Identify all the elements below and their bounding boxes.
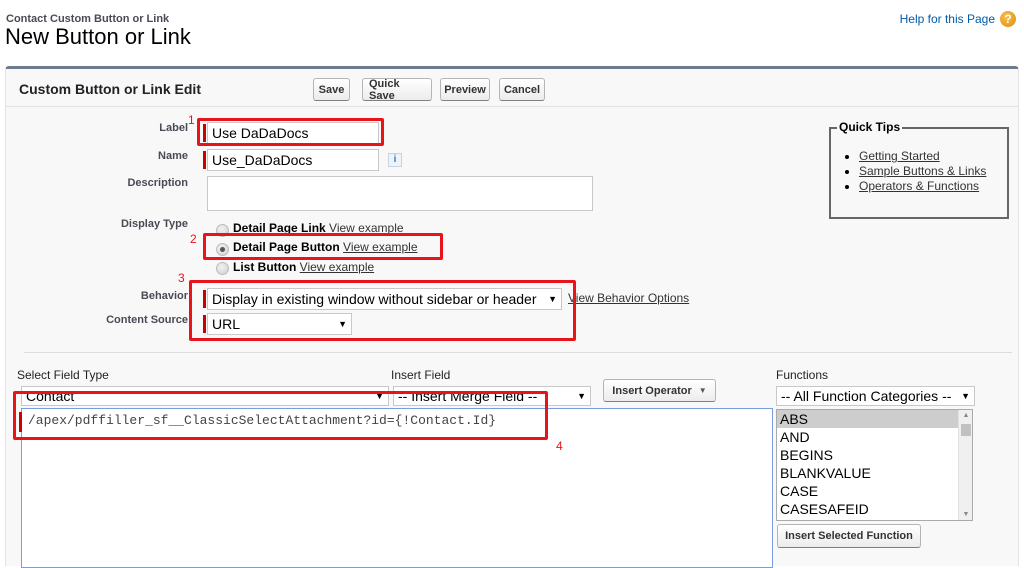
page-title: New Button or Link: [5, 24, 191, 49]
quick-tips-title: Quick Tips: [837, 120, 903, 134]
help-link[interactable]: Help for this Page ?: [900, 11, 1016, 27]
insert-operator-button[interactable]: Insert Operator ▼: [603, 379, 716, 402]
label-field-label: Label: [159, 122, 188, 134]
operators-functions-link[interactable]: Operators & Functions: [859, 179, 979, 193]
option-label: List Button: [233, 260, 297, 274]
insert-operator-label: Insert Operator: [612, 384, 692, 397]
select-field-type-label: Select Field Type: [17, 368, 109, 382]
scrollbar-thumb[interactable]: [961, 424, 971, 436]
quick-tips-list: Getting Started Sample Buttons & Links O…: [831, 149, 986, 194]
quick-tip-item: Sample Buttons & Links: [859, 164, 986, 179]
annotation-2: 2: [190, 232, 197, 246]
edit-panel: Custom Button or Link Edit Save Quick Sa…: [5, 66, 1019, 568]
function-category-select[interactable]: -- All Function Categories -- ▼: [776, 386, 975, 406]
quick-tip-item: Getting Started: [859, 149, 986, 164]
display-type-label: Display Type: [120, 218, 188, 230]
annotation-1: 1: [188, 113, 195, 127]
annotation-box-3: [189, 280, 576, 341]
content-source-label: Content Source: [106, 314, 188, 326]
getting-started-link[interactable]: Getting Started: [859, 149, 940, 163]
view-example-link[interactable]: View example: [300, 260, 374, 274]
description-textarea[interactable]: [207, 176, 593, 211]
view-behavior-options-link[interactable]: View Behavior Options: [568, 291, 689, 305]
annotation-4: 4: [556, 439, 563, 453]
name-field-label: Name: [158, 150, 188, 162]
annotation-box-1: [197, 118, 384, 146]
sample-buttons-links-link[interactable]: Sample Buttons & Links: [859, 164, 986, 178]
name-input[interactable]: Use_DaDaDocs: [207, 149, 379, 171]
insert-selected-function-button[interactable]: Insert Selected Function: [777, 524, 921, 548]
quick-save-button[interactable]: Quick Save: [362, 78, 432, 102]
help-link-label[interactable]: Help for this Page: [900, 12, 995, 26]
function-item[interactable]: CASE: [777, 482, 972, 500]
preview-button[interactable]: Preview: [440, 78, 490, 101]
quick-tip-item: Operators & Functions: [859, 179, 986, 194]
panel-header: Custom Button or Link Edit Save Quick Sa…: [6, 69, 1018, 107]
save-button[interactable]: Save: [313, 78, 350, 101]
functions-listbox[interactable]: ABS AND BEGINS BLANKVALUE CASE CASESAFEI…: [776, 409, 973, 521]
function-item[interactable]: ABS: [777, 410, 972, 428]
section-divider: [24, 352, 1012, 353]
panel-title: Custom Button or Link Edit: [19, 81, 201, 97]
required-indicator: [203, 151, 206, 169]
function-item[interactable]: BLANKVALUE: [777, 464, 972, 482]
function-item[interactable]: AND: [777, 428, 972, 446]
scroll-up-icon[interactable]: ▲: [959, 412, 972, 419]
info-icon[interactable]: i: [388, 153, 402, 167]
annotation-3: 3: [178, 271, 185, 285]
radio-list-button[interactable]: [216, 262, 229, 275]
function-item[interactable]: CASESAFEID: [777, 500, 972, 518]
quick-tips-box: Quick Tips Getting Started Sample Button…: [829, 120, 1009, 219]
function-category-value: -- All Function Categories --: [781, 388, 952, 404]
insert-field-label: Insert Field: [391, 368, 451, 382]
chevron-down-icon: ▼: [577, 391, 586, 401]
listbox-scrollbar[interactable]: ▲ ▼: [958, 410, 972, 520]
function-item[interactable]: BEGINS: [777, 446, 972, 464]
question-circle-icon[interactable]: ?: [1000, 11, 1016, 27]
cancel-button[interactable]: Cancel: [499, 78, 545, 101]
functions-label: Functions: [776, 368, 829, 382]
description-field-label: Description: [127, 177, 188, 189]
chevron-down-icon: ▼: [698, 386, 707, 395]
scroll-down-icon[interactable]: ▼: [959, 511, 972, 518]
option-list-button[interactable]: List Button View example: [233, 260, 374, 274]
behavior-label: Behavior: [140, 290, 188, 302]
chevron-down-icon: ▼: [961, 391, 970, 401]
annotation-box-4: [13, 391, 548, 440]
annotation-box-2: [203, 233, 443, 260]
